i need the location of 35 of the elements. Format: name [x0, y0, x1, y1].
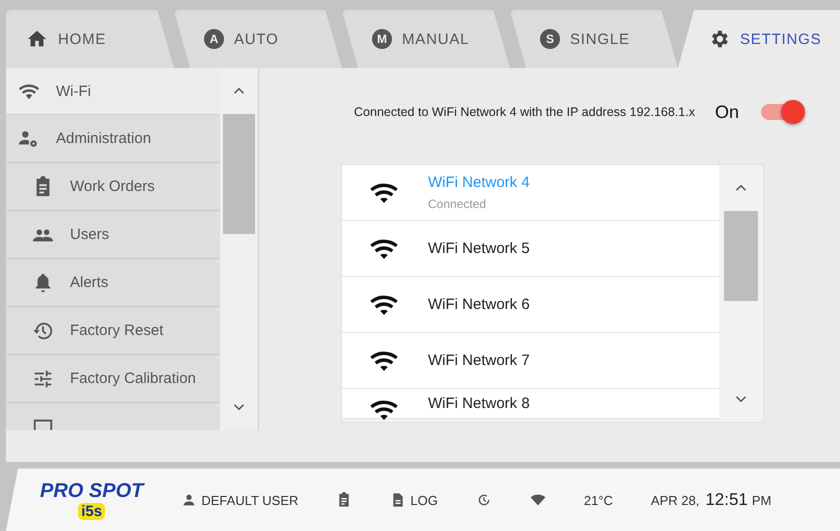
user-name[interactable]: DEFAULT USER: [201, 492, 298, 508]
letter-icon: M: [372, 29, 392, 49]
network-status: Connected: [428, 197, 488, 211]
time: 12:51: [705, 490, 748, 510]
letter-icon: S: [540, 29, 560, 49]
logo-text: PRO SPOT: [40, 480, 144, 503]
temperature: 21°C: [584, 492, 613, 508]
connection-status: Connected to WiFi Network 4 with the IP address 192.168.1.x: [354, 105, 695, 119]
time-period: PM: [752, 492, 772, 508]
tab[interactable]: S SINGLE: [510, 10, 678, 68]
scrollbar-thumb[interactable]: [724, 211, 758, 301]
network-item[interactable]: WiFi Network 7: [342, 333, 719, 389]
log-link[interactable]: LOG: [410, 492, 438, 508]
clock-icon[interactable]: [476, 492, 492, 508]
network-name: WiFi Network 4: [428, 174, 530, 191]
sidebar-item[interactable]: Wi-Fi: [6, 68, 220, 115]
tab[interactable]: HOME: [6, 10, 174, 68]
network-name: WiFi Network 5: [428, 240, 530, 257]
network-item[interactable]: WiFi Network 6: [342, 277, 719, 333]
tab[interactable]: M MANUAL: [342, 10, 510, 68]
letter-icon: A: [204, 29, 224, 49]
scrollbar-thumb[interactable]: [223, 114, 255, 234]
network-name: WiFi Network 6: [428, 296, 530, 313]
date: APR 28,: [650, 492, 700, 508]
network-name: WiFi Network 7: [428, 352, 530, 369]
wifi-icon[interactable]: [530, 492, 546, 508]
tab[interactable]: SETTINGS: [678, 10, 840, 68]
tab[interactable]: A AUTO: [174, 10, 342, 68]
network-item[interactable]: WiFi Network 5: [342, 221, 719, 277]
user-icon: [181, 492, 198, 508]
network-item[interactable]: WiFi Network 8: [342, 389, 719, 419]
history-icon: [32, 320, 54, 342]
toggle-label: On: [714, 102, 739, 122]
logo-badge: i5s: [78, 503, 106, 520]
network-name: WiFi Network 8: [428, 395, 530, 412]
